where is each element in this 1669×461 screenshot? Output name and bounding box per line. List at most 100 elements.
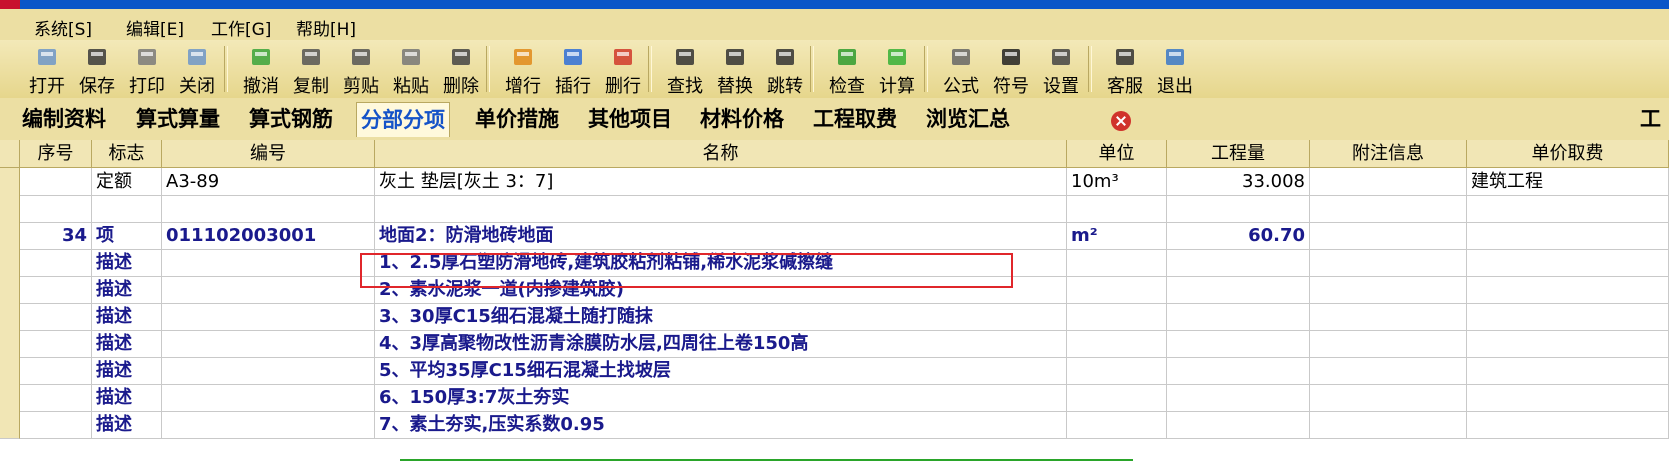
close-icon[interactable] bbox=[1111, 111, 1131, 131]
row-header[interactable] bbox=[0, 168, 20, 196]
cell-fee[interactable] bbox=[1467, 357, 1669, 385]
cell-flag[interactable]: 定额 bbox=[92, 168, 162, 196]
toolbar-button-scissors[interactable]: 剪贴 bbox=[336, 42, 386, 97]
toolbar-button-jump[interactable]: 跳转 bbox=[760, 42, 810, 97]
cell-note[interactable] bbox=[1310, 384, 1467, 412]
menu-system[interactable]: 系统[S] bbox=[34, 15, 92, 40]
toolbar-button-insert-row[interactable]: 插行 bbox=[548, 42, 598, 97]
cell-seq[interactable] bbox=[20, 195, 92, 223]
table-row[interactable]: 描述 5、平均35厚C15细石混凝土找坡层 bbox=[0, 357, 1669, 385]
tab-6[interactable]: 材料价格 bbox=[700, 102, 784, 136]
toolbar-button-printer[interactable]: 打印 bbox=[122, 42, 172, 97]
column-header[interactable]: 编号 bbox=[162, 140, 375, 168]
cell-note[interactable] bbox=[1310, 330, 1467, 358]
cell-unit[interactable] bbox=[1067, 330, 1167, 358]
column-header[interactable]: 附注信息 bbox=[1310, 140, 1467, 168]
row-header[interactable] bbox=[0, 411, 20, 439]
cell-fee[interactable] bbox=[1467, 249, 1669, 277]
toolbar-button-calculate[interactable]: 计算 bbox=[872, 42, 922, 97]
toolbar-button-undo[interactable]: 撤消 bbox=[236, 42, 286, 97]
menu-help[interactable]: 帮助[H] bbox=[296, 15, 356, 40]
cell-unit[interactable] bbox=[1067, 303, 1167, 331]
app-icon[interactable] bbox=[0, 0, 20, 9]
table-row[interactable]: 描述 7、素土夯实,压实系数0.95 bbox=[0, 411, 1669, 439]
cell-unit[interactable] bbox=[1067, 195, 1167, 223]
cell-name[interactable]: 地面2：防滑地砖地面 bbox=[375, 222, 1067, 250]
cell-code[interactable] bbox=[162, 303, 375, 331]
cell-fee[interactable]: 建筑工程 bbox=[1467, 168, 1669, 196]
toolbar-button-add-row[interactable]: 增行 bbox=[498, 42, 548, 97]
cell-name[interactable]: 7、素土夯实,压实系数0.95 bbox=[375, 411, 1067, 439]
cell-seq[interactable] bbox=[20, 330, 92, 358]
cell-qty[interactable] bbox=[1167, 249, 1310, 277]
cell-unit[interactable] bbox=[1067, 249, 1167, 277]
cell-code[interactable] bbox=[162, 384, 375, 412]
tab-3[interactable]: 分部分项 bbox=[356, 102, 450, 137]
cell-unit[interactable] bbox=[1067, 276, 1167, 304]
table-row[interactable]: 定额 A3-89 灰土 垫层[灰土 3：7] 10m³ 33.008 建筑工程 bbox=[0, 168, 1669, 196]
table-row[interactable] bbox=[0, 195, 1669, 223]
cell-fee[interactable] bbox=[1467, 303, 1669, 331]
column-header[interactable]: 单价取费 bbox=[1467, 140, 1669, 168]
cell-qty[interactable] bbox=[1167, 411, 1310, 439]
cell-seq[interactable] bbox=[20, 384, 92, 412]
cell-fee[interactable] bbox=[1467, 411, 1669, 439]
cell-flag[interactable]: 描述 bbox=[92, 411, 162, 439]
cell-flag[interactable]: 描述 bbox=[92, 330, 162, 358]
cell-fee[interactable] bbox=[1467, 276, 1669, 304]
cell-seq[interactable] bbox=[20, 276, 92, 304]
toolbar-button-calculator[interactable]: 公式 bbox=[936, 42, 986, 97]
toolbar-button-folder-open[interactable]: 打开 bbox=[22, 42, 72, 97]
cell-note[interactable] bbox=[1310, 357, 1467, 385]
cell-qty[interactable] bbox=[1167, 357, 1310, 385]
cell-qty[interactable]: 33.008 bbox=[1167, 168, 1310, 196]
cell-name[interactable]: 5、平均35厚C15细石混凝土找坡层 bbox=[375, 357, 1067, 385]
cell-unit[interactable] bbox=[1067, 411, 1167, 439]
cell-qty[interactable]: 60.70 bbox=[1167, 222, 1310, 250]
cell-note[interactable] bbox=[1310, 303, 1467, 331]
cell-name[interactable]: 6、150厚3:7灰土夯实 bbox=[375, 384, 1067, 412]
cell-flag[interactable]: 描述 bbox=[92, 303, 162, 331]
toolbar-button-folder-close[interactable]: 关闭 bbox=[172, 42, 222, 97]
row-header[interactable] bbox=[0, 222, 20, 250]
cell-note[interactable] bbox=[1310, 411, 1467, 439]
cell-flag[interactable] bbox=[92, 195, 162, 223]
cell-qty[interactable] bbox=[1167, 330, 1310, 358]
cell-flag[interactable]: 描述 bbox=[92, 357, 162, 385]
cell-seq[interactable] bbox=[20, 411, 92, 439]
cell-qty[interactable] bbox=[1167, 276, 1310, 304]
row-header[interactable] bbox=[0, 276, 20, 304]
column-header[interactable]: 工程量 bbox=[1167, 140, 1310, 168]
cell-name[interactable]: 3、30厚C15细石混凝土随打随抹 bbox=[375, 303, 1067, 331]
table-row[interactable]: 34 项 011102003001 地面2：防滑地砖地面 m² 60.70 bbox=[0, 222, 1669, 250]
cell-code[interactable]: A3-89 bbox=[162, 168, 375, 196]
toolbar-button-copy[interactable]: 复制 bbox=[286, 42, 336, 97]
row-header[interactable] bbox=[0, 195, 20, 223]
tab-7[interactable]: 工程取费 bbox=[813, 102, 897, 136]
tab-overflow[interactable]: 工 bbox=[1640, 102, 1661, 136]
toolbar-button-delete-row[interactable]: 删行 bbox=[598, 42, 648, 97]
table-row[interactable]: 描述 4、3厚高聚物改性沥青涂膜防水层,四周往上卷150高 bbox=[0, 330, 1669, 358]
cell-code[interactable]: 011102003001 bbox=[162, 222, 375, 250]
cell-unit[interactable] bbox=[1067, 384, 1167, 412]
row-header[interactable] bbox=[0, 357, 20, 385]
cell-flag[interactable]: 描述 bbox=[92, 384, 162, 412]
tab-0[interactable]: 编制资料 bbox=[22, 102, 106, 136]
cell-name[interactable]: 灰土 垫层[灰土 3：7] bbox=[375, 168, 1067, 196]
column-header[interactable]: 单位 bbox=[1067, 140, 1167, 168]
cell-unit[interactable]: m² bbox=[1067, 222, 1167, 250]
toolbar-button-replace[interactable]: 替换 bbox=[710, 42, 760, 97]
cell-code[interactable] bbox=[162, 195, 375, 223]
row-header[interactable] bbox=[0, 249, 20, 277]
toolbar-button-headset[interactable]: 客服 bbox=[1100, 42, 1150, 97]
toolbar-button-tools[interactable]: 设置 bbox=[1036, 42, 1086, 97]
cell-note[interactable] bbox=[1310, 249, 1467, 277]
cell-name[interactable] bbox=[375, 195, 1067, 223]
cell-note[interactable] bbox=[1310, 168, 1467, 196]
cell-code[interactable] bbox=[162, 249, 375, 277]
cell-qty[interactable] bbox=[1167, 195, 1310, 223]
cell-fee[interactable] bbox=[1467, 384, 1669, 412]
tab-1[interactable]: 算式算量 bbox=[136, 102, 220, 136]
toolbar-button-check[interactable]: 检查 bbox=[822, 42, 872, 97]
row-header[interactable] bbox=[0, 384, 20, 412]
